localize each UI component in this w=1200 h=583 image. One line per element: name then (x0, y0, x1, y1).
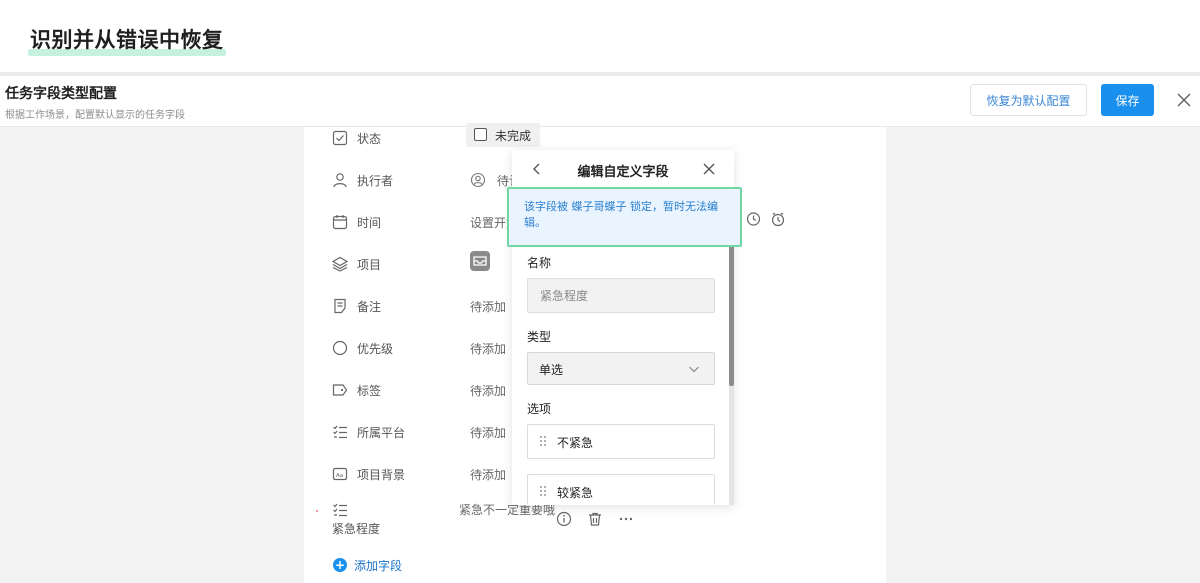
options-label: 选项 (527, 402, 552, 416)
config-header: 任务字段类型配置 根据工作场景，配置默认显示的任务字段 恢复为默认配置 保存 (0, 76, 1200, 127)
option-item[interactable]: 不紧急 (527, 424, 715, 459)
user-circle-icon (470, 172, 486, 188)
panel-scrollbar[interactable] (729, 242, 734, 505)
checklist-icon (333, 503, 347, 517)
more-icon[interactable] (619, 517, 633, 521)
save-button[interactable]: 保存 (1101, 84, 1154, 116)
plus-icon: + (333, 558, 347, 572)
config-subtitle: 根据工作场景，配置默认显示的任务字段 (5, 110, 185, 121)
note-icon (334, 298, 346, 314)
field-label: 紧急程度 (332, 522, 381, 536)
person-icon (333, 173, 347, 188)
trash-icon[interactable] (589, 512, 601, 526)
layers-icon (332, 256, 348, 272)
page-heading-text: 识别并从错误中恢复 (30, 28, 224, 52)
required-marker (316, 510, 318, 512)
project-inbox-icon (470, 251, 490, 271)
history-icon[interactable] (746, 212, 761, 226)
status-value: 未完成 (495, 129, 532, 143)
lock-warning-banner: 该字段被 蝶子哥蝶子 锁定，暂时无法编辑。 (507, 187, 742, 247)
time-action-icons (746, 212, 785, 227)
field-label: 时间 (357, 216, 382, 230)
field-value: 待添加 (470, 384, 507, 398)
alarm-clock-icon[interactable] (771, 212, 785, 227)
type-label: 类型 (527, 330, 552, 344)
svg-text:Aa: Aa (336, 473, 343, 479)
page-heading: 识别并从错误中恢复 (28, 24, 226, 56)
type-select[interactable]: 单选 (527, 352, 715, 385)
field-label: 备注 (357, 300, 382, 314)
circle-icon (332, 340, 348, 356)
field-row-actions (556, 511, 633, 527)
option-item[interactable]: 较紧急 (527, 474, 715, 505)
drag-handle-icon[interactable] (539, 435, 547, 447)
option-value: 不紧急 (557, 436, 594, 450)
field-value: 待添加 (470, 468, 507, 482)
field-label: 项目背景 (357, 468, 406, 482)
status-checkbox[interactable]: 未完成 (466, 123, 540, 147)
field-value: 待添加 (470, 342, 507, 356)
config-title: 任务字段类型配置 (5, 86, 117, 102)
type-value: 单选 (539, 363, 564, 377)
field-row-status[interactable]: 状态 (332, 127, 872, 151)
field-label: 所属平台 (357, 426, 406, 440)
reset-default-button[interactable]: 恢复为默认配置 (970, 84, 1087, 116)
image-icon: Aa (332, 467, 348, 481)
scrollbar-thumb[interactable] (729, 242, 734, 386)
checklist-icon (333, 425, 347, 439)
checkbox[interactable] (474, 128, 487, 141)
name-field[interactable] (527, 278, 715, 313)
calendar-icon (332, 215, 348, 230)
option-value: 较紧急 (557, 486, 594, 500)
close-icon[interactable] (702, 162, 716, 176)
panel-title: 编辑自定义字段 (577, 165, 669, 180)
add-field-label: 添加字段 (354, 559, 403, 573)
checkbox-icon (332, 130, 348, 146)
field-value: 待添加 (470, 426, 507, 440)
field-label: 项目 (357, 258, 382, 272)
field-label: 执行者 (357, 174, 394, 188)
field-label: 状态 (357, 132, 382, 146)
close-icon[interactable] (1176, 92, 1192, 108)
info-icon[interactable] (556, 511, 572, 527)
field-label: 优先级 (357, 342, 394, 356)
tag-icon (332, 384, 348, 396)
drag-handle-icon[interactable] (539, 485, 547, 497)
chevron-down-icon (689, 366, 699, 373)
field-label: 标签 (357, 384, 382, 398)
field-value: 待添加 (470, 300, 507, 314)
name-label: 名称 (527, 256, 552, 270)
